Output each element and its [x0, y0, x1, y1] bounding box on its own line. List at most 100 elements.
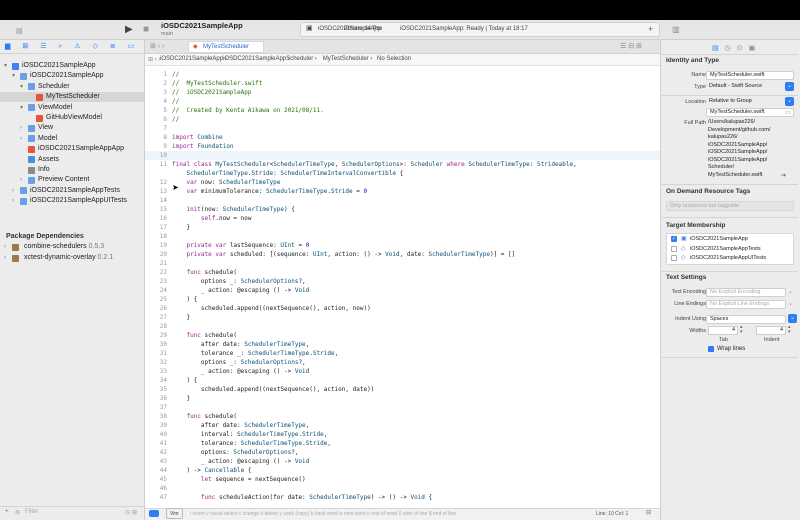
code-line[interactable]: 43 _ action: @escaping () -> Void	[145, 457, 660, 466]
navigator-row[interactable]: › Preview Content	[0, 175, 144, 185]
location-select[interactable]: Relative to Group	[706, 98, 794, 107]
code-line[interactable]: 13 var minimumTolerance: SchedulerTimeTy…	[145, 187, 660, 196]
code-line[interactable]: 5 // Created by Kenta Aikawa on 2021/08/1…	[145, 106, 660, 115]
vim-toggle[interactable]	[149, 510, 159, 517]
type-select[interactable]: Default - Swift Source	[706, 83, 794, 92]
code-line[interactable]: 20 private var scheduled: [(sequence: UI…	[145, 250, 660, 259]
code-line[interactable]: 14	[145, 196, 660, 205]
code-line[interactable]: 15 init(now: SchedulerTimeType) {	[145, 205, 660, 214]
add-icon[interactable]: +	[648, 24, 653, 34]
code-line[interactable]: 21	[145, 259, 660, 268]
code-line[interactable]: 2 // MyTestScheduler.swift	[145, 79, 660, 88]
code-line[interactable]: 34 ) {	[145, 376, 660, 385]
folder-icon[interactable]: ▭	[785, 109, 791, 116]
type-select-chevron-icon[interactable]: ⌄	[785, 82, 794, 91]
location-select-chevron-icon[interactable]: ⌄	[785, 97, 794, 106]
disclosure-icon[interactable]: ›	[4, 253, 6, 263]
code-line[interactable]: 33 _ action: @escaping () -> Void	[145, 367, 660, 376]
add-file-icon[interactable]: +	[5, 509, 9, 515]
related-items-icon[interactable]: ⊞ ‹ ›	[148, 56, 160, 63]
code-line[interactable]: 30 after date: SchedulerTimeType,	[145, 340, 660, 349]
indent-width-field[interactable]: 4	[756, 326, 786, 335]
navigator-row[interactable]: GitHubViewModel	[0, 113, 144, 123]
target-checkbox[interactable]: ✓	[671, 236, 677, 242]
disclosure-icon[interactable]: ›	[4, 242, 6, 252]
reveal-in-finder-icon[interactable]: ➜	[781, 172, 786, 179]
disclosure-icon[interactable]: ›	[20, 134, 22, 144]
navigator-tab-icons[interactable]: ▆ ⊠ ☰ ⌕ ⚠ ◇ ≣ ▭ ⬚	[5, 42, 158, 51]
disclosure-icon[interactable]: ›	[12, 196, 14, 206]
code-line[interactable]: 8 import Combine	[145, 133, 660, 142]
code-line[interactable]: 6 //	[145, 115, 660, 124]
code-line[interactable]: 37	[145, 403, 660, 412]
navigator-row[interactable]: › iOSDC2021SampleAppUITests	[0, 196, 144, 206]
line-endings-chevron-icon[interactable]: ⌄	[788, 300, 793, 307]
package-row[interactable]: › combine-schedulers 0.5.3	[0, 242, 144, 252]
navigator-row[interactable]: ▾ iOSDC2021SampleApp	[0, 71, 144, 81]
disclosure-icon[interactable]: ›	[12, 186, 14, 196]
code-line[interactable]: 10	[145, 151, 660, 160]
navigator-row[interactable]: ▾ ViewModel	[0, 103, 144, 113]
code-line[interactable]: 25 ) {	[145, 295, 660, 304]
disclosure-icon[interactable]: ›	[20, 123, 22, 133]
code-line[interactable]: 36 }	[145, 394, 660, 403]
code-line[interactable]: 1 //	[145, 70, 660, 79]
package-row[interactable]: › xctest-dynamic-overlay 0.2.1	[0, 253, 144, 263]
navigator-row[interactable]: › Model	[0, 134, 144, 144]
indent-chevron-icon[interactable]: ⌄	[788, 314, 797, 323]
code-line[interactable]: 7	[145, 124, 660, 133]
name-field[interactable]: MyTestScheduler.swift	[706, 71, 794, 80]
jump-bar-item[interactable]: iOSDC2021SampleApp ›	[223, 56, 290, 62]
tab-width-stepper[interactable]: ▴ ▾	[740, 325, 743, 335]
tab-label[interactable]: MyTestScheduler	[203, 44, 249, 50]
jump-bar-item[interactable]: No Selection	[377, 56, 411, 62]
code-line[interactable]: 3 // iOSDC2021SampleApp	[145, 88, 660, 97]
line-endings-select[interactable]: No Explicit Line Endings	[706, 300, 786, 309]
filter-input[interactable]: Filter	[25, 509, 38, 515]
tab-nav-icons[interactable]: ⊞ ‹ ›	[150, 42, 164, 50]
inspector-toggle-icon[interactable]: ▥	[672, 25, 680, 34]
code-line[interactable]: 22 func schedule(	[145, 268, 660, 277]
code-line[interactable]: 11 final class MyTestScheduler<SchedulerT…	[145, 160, 660, 169]
location-file-field[interactable]: MyTestScheduler.swift	[706, 108, 794, 117]
code-line[interactable]: 47 func scheduleAction(for date: Schedul…	[145, 493, 660, 502]
navigator-row[interactable]: Info	[0, 165, 144, 175]
editor-options-icons[interactable]: ☰ ⊟ ⊞	[620, 42, 642, 50]
jump-bar-item[interactable]: iOSDC2021SampleApp ›	[160, 56, 227, 62]
code-line[interactable]: 31 tolerance _: SchedulerTimeType.Stride…	[145, 349, 660, 358]
code-line[interactable]: 35 scheduled.append((nextSequence(), act…	[145, 385, 660, 394]
sidebar-toggle-icon[interactable]: ▤	[16, 27, 23, 35]
code-line[interactable]: 44 ) -> Cancellable {	[145, 466, 660, 475]
code-line[interactable]: 38 func schedule(	[145, 412, 660, 421]
tab-width-field[interactable]: 4	[708, 326, 738, 335]
code-line[interactable]: 4 //	[145, 97, 660, 106]
code-line[interactable]: 17 }	[145, 223, 660, 232]
code-line[interactable]: 29 func schedule(	[145, 331, 660, 340]
wrap-lines-checkbox[interactable]	[708, 346, 714, 352]
inspector-tab-icons[interactable]: ▤◷⊙▣	[712, 44, 761, 52]
disclosure-icon[interactable]: ▾	[4, 61, 7, 71]
code-line[interactable]: 45 let sequence = nextSequence()	[145, 475, 660, 484]
navigator-row[interactable]: ▾ iOSDC2021SampleApp	[0, 61, 144, 71]
code-line[interactable]: 24 _ action: @escaping () -> Void	[145, 286, 660, 295]
jump-bar-item[interactable]: Scheduler ›	[286, 56, 317, 62]
navigator-row[interactable]: iOSDC2021SampleAppApp	[0, 144, 144, 154]
jump-bar-item[interactable]: MyTestScheduler ›	[323, 56, 373, 62]
run-button[interactable]: ▶	[125, 24, 133, 35]
code-line[interactable]: SchedulerTimeType.Stride: SchedulerTimeI…	[145, 169, 660, 178]
code-line[interactable]: 9 import Foundation	[145, 142, 660, 151]
disclosure-icon[interactable]: ▾	[20, 103, 23, 113]
navigator-row[interactable]: › View	[0, 123, 144, 133]
stop-button[interactable]: ■	[143, 24, 149, 35]
code-line[interactable]: 42 options: SchedulerOptions?,	[145, 448, 660, 457]
indent-width-stepper[interactable]: ▴ ▾	[788, 325, 791, 335]
target-checkbox[interactable]	[671, 255, 677, 261]
device-selector[interactable]: iPhone 14 Pro	[344, 26, 382, 32]
code-line[interactable]: 18	[145, 232, 660, 241]
code-line[interactable]: 39 after date: SchedulerTimeType,	[145, 421, 660, 430]
navigator-row[interactable]: › iOSDC2021SampleAppTests	[0, 186, 144, 196]
navigator-row[interactable]: ▾ Scheduler	[0, 82, 144, 92]
code-line[interactable]: 12 var now: SchedulerTimeType	[145, 178, 660, 187]
navigator-row[interactable]: Assets	[0, 155, 144, 165]
disclosure-icon[interactable]: ›	[20, 175, 22, 185]
